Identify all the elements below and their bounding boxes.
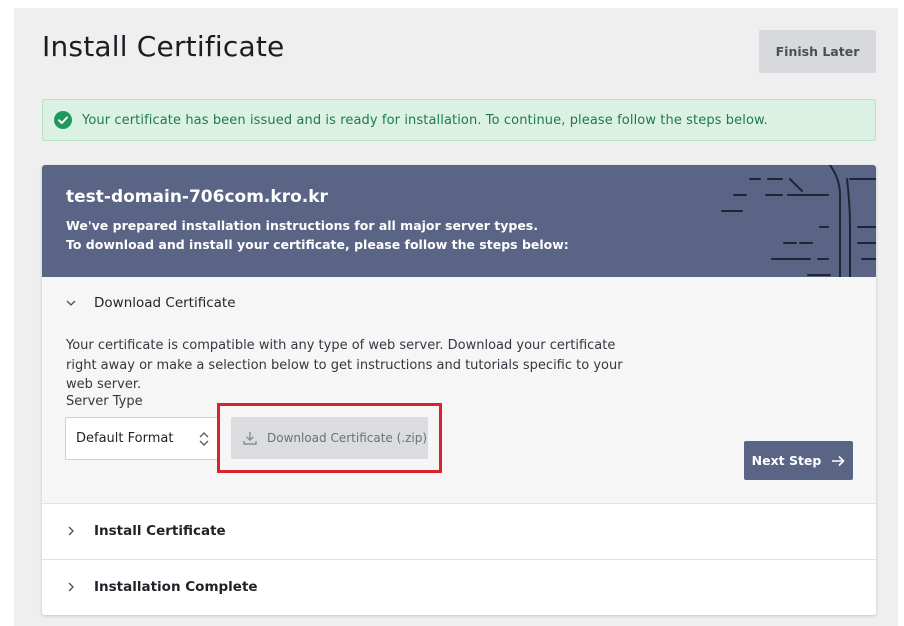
chevron-up-down-icon xyxy=(199,432,209,446)
check-circle-icon xyxy=(54,111,72,129)
alert-message: Your certificate has been issued and is … xyxy=(82,112,768,128)
chevron-right-icon xyxy=(68,526,74,536)
install-card: test-domain-706com.kro.kr We've prepared… xyxy=(42,165,876,615)
step-installation-complete[interactable]: Installation Complete xyxy=(42,560,876,615)
highlight-box xyxy=(217,403,442,473)
page-title: Install Certificate xyxy=(42,30,285,63)
step-header-install[interactable]: Install Certificate xyxy=(66,523,226,539)
server-type-select[interactable]: Default Format xyxy=(65,417,219,460)
card-header: test-domain-706com.kro.kr We've prepared… xyxy=(42,165,876,277)
step-install-certificate[interactable]: Install Certificate xyxy=(42,504,876,560)
step-title: Installation Complete xyxy=(94,579,258,595)
next-step-button[interactable]: Next Step xyxy=(744,441,853,480)
chevron-right-icon xyxy=(68,582,74,592)
finish-later-button[interactable]: Finish Later xyxy=(759,30,876,73)
step-download-certificate: Download Certificate Your certificate is… xyxy=(42,277,876,504)
success-alert: Your certificate has been issued and is … xyxy=(42,99,876,141)
page-background: Install Certificate Finish Later Your ce… xyxy=(14,8,898,626)
arrow-right-icon xyxy=(832,455,845,466)
header-instructions-line1: We've prepared installation instructions… xyxy=(66,218,538,233)
step-title: Install Certificate xyxy=(94,523,226,539)
step-description: Your certificate is compatible with any … xyxy=(66,338,623,392)
header-instructions-line2: To download and install your certificate… xyxy=(66,237,569,252)
domain-name: test-domain-706com.kro.kr xyxy=(66,187,328,207)
step-header-complete[interactable]: Installation Complete xyxy=(66,579,258,595)
server-type-value: Default Format xyxy=(76,431,174,446)
server-type-label: Server Type xyxy=(66,394,143,409)
step-title: Download Certificate xyxy=(94,295,236,311)
next-step-label: Next Step xyxy=(751,453,822,468)
code-decoration-graphic xyxy=(721,165,876,277)
chevron-down-icon xyxy=(66,300,76,306)
step-header-download[interactable]: Download Certificate xyxy=(66,295,236,311)
